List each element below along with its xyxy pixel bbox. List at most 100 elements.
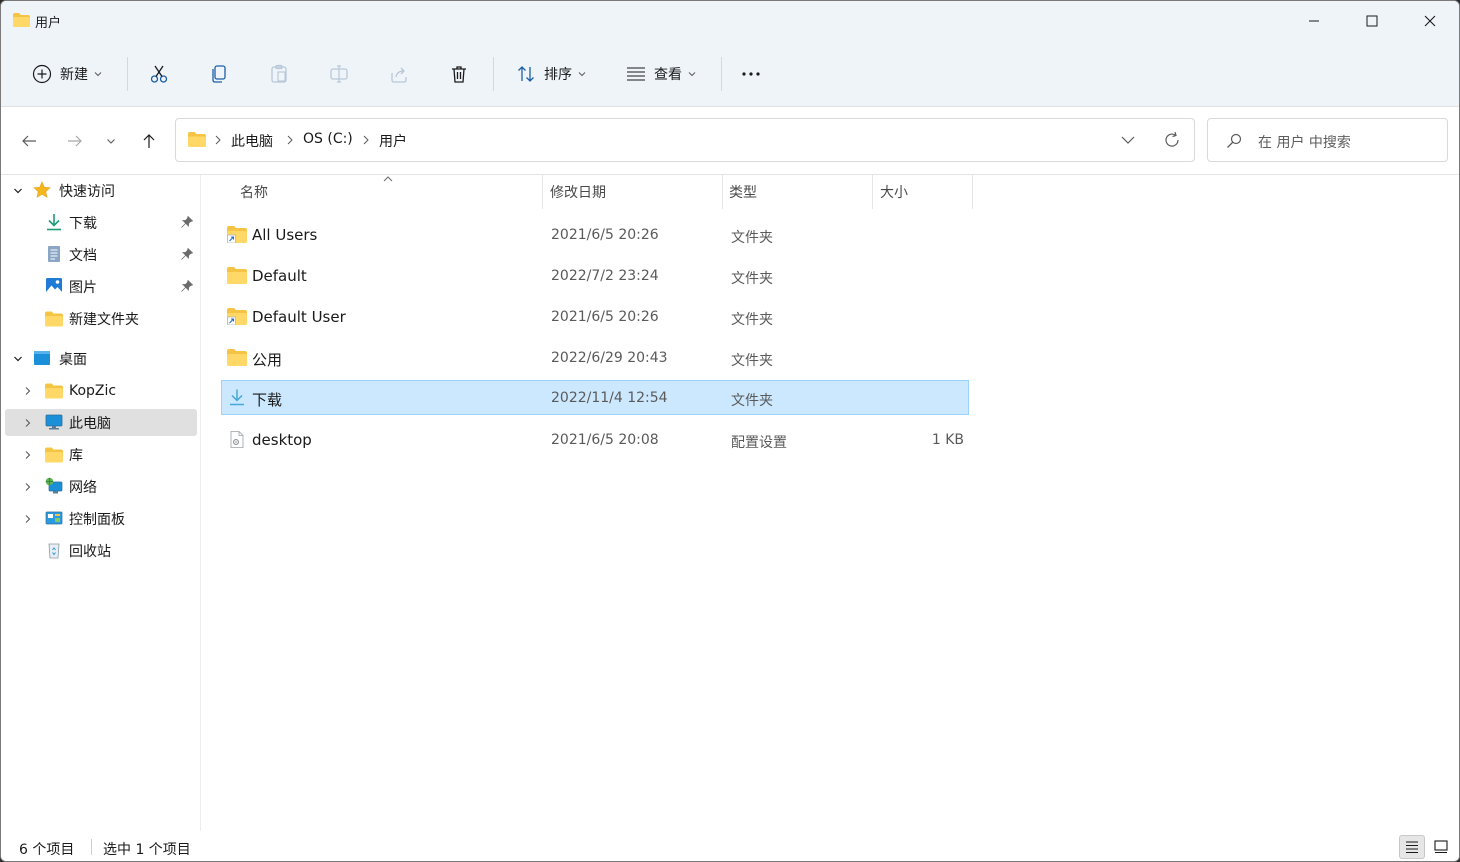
sidebar-item-quick-access[interactable]: 快速访问	[5, 177, 197, 204]
arrow-left-icon	[22, 135, 36, 147]
rename-button[interactable]	[319, 53, 359, 95]
toolbar-divider	[127, 57, 128, 91]
paste-button[interactable]	[259, 53, 299, 95]
shortcut-folder-icon	[227, 226, 247, 243]
large-icons-view-button[interactable]	[1428, 835, 1454, 859]
document-icon	[48, 246, 60, 262]
breadcrumb-users[interactable]: 用户	[379, 131, 407, 151]
sidebar-item-desktop[interactable]: 桌面	[5, 345, 197, 372]
list-view-icon	[627, 67, 645, 81]
breadcrumb-this-pc[interactable]: 此电脑	[231, 131, 273, 151]
column-divider[interactable]	[972, 175, 973, 209]
toolbar-divider	[721, 57, 722, 91]
more-options-button[interactable]	[731, 53, 771, 95]
arrow-up-icon	[143, 134, 155, 148]
sidebar-label: 下载	[69, 215, 97, 232]
column-header-size[interactable]: 大小	[880, 175, 970, 209]
copy-button[interactable]	[199, 53, 239, 95]
chevron-right-icon	[363, 135, 369, 145]
view-button[interactable]: 查看	[613, 53, 709, 95]
file-date: 2022/7/2 23:24	[551, 268, 659, 284]
chevron-right-icon	[25, 387, 31, 395]
navigation-pane: 快速访问 下载 文档 图片 新建文件夹 桌面 KopZic 此电脑 库 网络 控…	[1, 175, 201, 831]
desktop-icon	[34, 351, 50, 365]
rename-icon	[330, 65, 348, 83]
column-label: 大小	[880, 185, 908, 201]
sidebar-label: 库	[69, 447, 83, 464]
cut-button[interactable]	[139, 53, 179, 95]
sort-button[interactable]: 排序	[503, 53, 599, 95]
back-button[interactable]	[15, 127, 43, 155]
sort-arrows-icon	[518, 66, 534, 82]
delete-button[interactable]	[439, 53, 479, 95]
pin-icon[interactable]	[181, 216, 193, 228]
search-icon	[1227, 133, 1242, 148]
file-row[interactable]: Default 2022/7/2 23:24 文件夹	[221, 258, 969, 293]
computer-icon	[45, 414, 63, 430]
file-row[interactable]: Default User 2021/6/5 20:26 文件夹	[221, 299, 969, 334]
maximize-button[interactable]	[1343, 1, 1401, 41]
pin-icon[interactable]	[181, 248, 193, 260]
column-divider[interactable]	[722, 175, 723, 209]
trash-icon	[452, 66, 466, 83]
column-divider[interactable]	[542, 175, 543, 209]
file-date: 2021/6/5 20:26	[551, 227, 659, 243]
column-divider[interactable]	[872, 175, 873, 209]
forward-button[interactable]	[61, 127, 89, 155]
command-bar: 新建 排序 查看	[1, 41, 1459, 107]
sidebar-label: 网络	[69, 479, 97, 496]
sidebar-item-this-pc[interactable]: 此电脑	[5, 409, 197, 436]
refresh-icon[interactable]	[1162, 130, 1182, 150]
details-view-button[interactable]	[1399, 835, 1425, 859]
column-header-type[interactable]: 类型	[729, 175, 869, 209]
clipboard-icon	[271, 64, 287, 83]
sidebar-item-network[interactable]: 网络	[5, 473, 197, 500]
column-header-name[interactable]: 名称	[240, 175, 540, 209]
close-button[interactable]	[1401, 1, 1459, 41]
folder-icon	[45, 383, 63, 399]
pin-icon[interactable]	[181, 280, 193, 292]
address-bar[interactable]: 此电脑 OS (C:) 用户	[175, 118, 1195, 162]
sidebar-label: 新建文件夹	[69, 311, 139, 328]
file-row[interactable]: All Users 2021/6/5 20:26 文件夹	[221, 217, 969, 252]
file-date: 2022/6/29 20:43	[551, 350, 668, 366]
sidebar-item-control-panel[interactable]: 控制面板	[5, 505, 197, 532]
file-row[interactable]: 公用 2022/6/29 20:43 文件夹	[221, 340, 969, 375]
more-dots-icon	[742, 72, 760, 76]
sidebar-item-new-folder[interactable]: 新建文件夹	[5, 305, 197, 332]
sidebar-item-downloads[interactable]: 下载	[5, 209, 197, 236]
chevron-right-icon	[25, 483, 31, 491]
sidebar-item-kopzic[interactable]: KopZic	[5, 377, 197, 404]
sidebar-item-pictures[interactable]: 图片	[5, 273, 197, 300]
column-header-date[interactable]: 修改日期	[550, 175, 720, 209]
sidebar-item-documents[interactable]: 文档	[5, 241, 197, 268]
file-name: Default User	[252, 308, 346, 326]
plus-circle-icon	[32, 64, 52, 84]
file-name: Default	[252, 267, 307, 285]
search-placeholder: 在 用户 中搜索	[1258, 135, 1351, 151]
file-type: 文件夹	[731, 271, 773, 287]
share-button[interactable]	[379, 53, 419, 95]
star-icon	[33, 181, 51, 198]
picture-icon	[46, 278, 62, 294]
sidebar-item-recycle-bin[interactable]: 回收站	[5, 537, 197, 564]
column-label: 修改日期	[550, 185, 606, 201]
recent-locations-button[interactable]	[99, 127, 123, 155]
file-row-selected[interactable]: 下载 2022/11/4 12:54 文件夹	[221, 380, 969, 415]
breadcrumb-c-drive[interactable]: OS (C:)	[303, 131, 353, 147]
close-icon	[1424, 15, 1436, 27]
file-row[interactable]: desktop 2021/6/5 20:08 配置设置 1 KB	[221, 422, 969, 457]
up-button[interactable]	[135, 127, 163, 155]
sort-label: 排序	[544, 67, 572, 83]
file-name: desktop	[252, 431, 312, 449]
sidebar-label: 此电脑	[69, 415, 111, 432]
chevron-down-icon[interactable]	[1120, 133, 1136, 147]
folder-icon	[227, 349, 247, 366]
search-box[interactable]: 在 用户 中搜索	[1207, 118, 1448, 162]
sidebar-item-libraries[interactable]: 库	[5, 441, 197, 468]
file-date: 2021/6/5 20:08	[551, 432, 659, 448]
item-count: 6 个项目	[19, 842, 75, 858]
new-button[interactable]: 新建	[19, 53, 115, 95]
minimize-button[interactable]	[1285, 1, 1343, 41]
status-bar: 6 个项目 选中 1 个项目	[1, 831, 1459, 861]
